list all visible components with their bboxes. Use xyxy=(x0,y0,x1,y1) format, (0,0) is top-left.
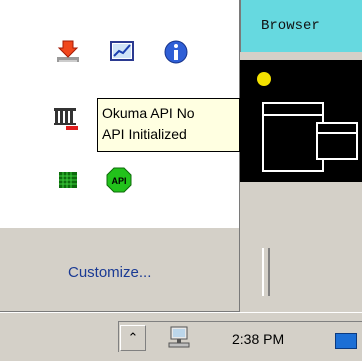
tooltip: Okuma API No API Initialized xyxy=(97,98,240,152)
info-icon[interactable] xyxy=(162,38,190,66)
green-grid-icon[interactable] xyxy=(54,166,82,194)
monitor-graph-icon[interactable] xyxy=(108,38,136,66)
tooltip-line-1: Okuma API No xyxy=(102,105,195,121)
system-clock[interactable]: 2:38 PM xyxy=(232,331,284,347)
window-frame-small-icon xyxy=(316,122,358,160)
show-desktop-icon[interactable] xyxy=(335,333,357,349)
status-dot-icon xyxy=(257,72,271,86)
background-panel xyxy=(240,182,362,312)
download-tray-icon[interactable] xyxy=(54,38,82,66)
chevron-up-icon: ⌃ xyxy=(127,330,139,345)
popup-footer: Customize... xyxy=(0,228,239,311)
show-hidden-icons-button[interactable]: ⌃ xyxy=(120,325,146,351)
tray-overflow-popup: API Customize... xyxy=(0,0,240,312)
browser-tab[interactable]: Browser xyxy=(240,0,362,52)
api-status-icon[interactable]: API xyxy=(105,166,133,194)
button-edge xyxy=(262,248,270,296)
browser-tab-label: Browser xyxy=(261,18,320,34)
network-icon[interactable] xyxy=(165,325,193,354)
window-frame-icon xyxy=(262,102,324,172)
tooltip-line-2: API Initialized xyxy=(102,126,187,142)
device-controller-icon[interactable] xyxy=(52,104,80,132)
api-status-icon-label: API xyxy=(111,176,126,186)
taskbar: ⌃ 2:38 PM xyxy=(0,312,362,361)
customize-link[interactable]: Customize... xyxy=(68,264,151,281)
